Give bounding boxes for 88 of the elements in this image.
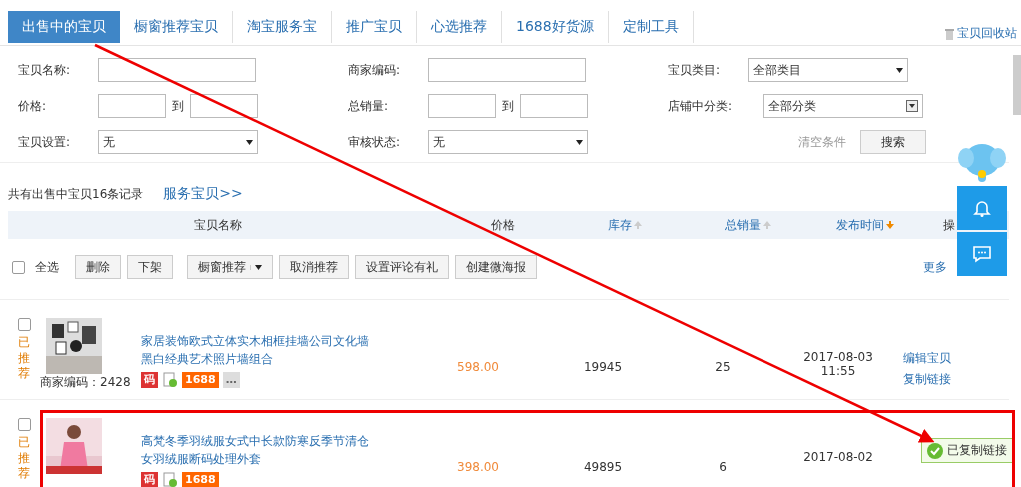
document-check-icon: [162, 472, 178, 487]
publish-time: 11:55: [819, 364, 857, 378]
field-label: 价格:: [18, 97, 48, 115]
sort-down-icon[interactable]: [885, 220, 895, 230]
select-field[interactable]: 全部类目: [748, 58, 908, 82]
tab[interactable]: 1688好货源: [502, 10, 609, 43]
sales: 25: [714, 359, 732, 374]
field-label: 宝贝设置:: [18, 133, 72, 151]
copied-toast: 已复制链接: [921, 438, 1013, 463]
tag: 1688: [182, 372, 219, 388]
bell-icon: [972, 198, 992, 218]
field-label: 总销量:: [348, 97, 390, 115]
field-label: 店铺中分类:: [668, 97, 734, 115]
input-field[interactable]: [520, 94, 588, 118]
select-field[interactable]: 全部分类: [763, 94, 923, 118]
price: 598.00: [456, 359, 500, 374]
status-label: 已推荐: [18, 435, 30, 482]
search-button[interactable]: 搜索: [860, 130, 926, 154]
input-field[interactable]: [428, 58, 586, 82]
document-check-icon: [162, 372, 178, 388]
select-all-label: 全选: [35, 258, 59, 276]
caret-icon: [255, 264, 262, 270]
stock: 19945: [582, 359, 624, 374]
caret-icon: [246, 139, 253, 145]
field-label: 宝贝类目:: [668, 61, 722, 79]
tab[interactable]: 淘宝服务宝: [233, 10, 332, 43]
column-header: 宝贝名称: [194, 216, 242, 234]
more-link[interactable]: 更多: [923, 258, 947, 276]
caret-icon: [896, 67, 903, 73]
action-button[interactable]: 设置评论有礼: [355, 255, 449, 279]
split-button[interactable]: 橱窗推荐: [187, 255, 273, 279]
column-header: 价格: [490, 216, 515, 234]
column-header: 操: [943, 216, 955, 234]
sales: 6: [718, 459, 728, 474]
stock: 49895: [582, 459, 624, 474]
action-link[interactable]: 编辑宝贝: [903, 350, 951, 367]
tab[interactable]: 推广宝贝: [332, 10, 417, 43]
action-button[interactable]: 创建微海报: [455, 255, 537, 279]
checkbox[interactable]: [17, 318, 31, 331]
tab[interactable]: 定制工具: [608, 10, 694, 43]
field-label: 宝贝名称:: [18, 61, 72, 79]
checkbox[interactable]: [17, 418, 31, 431]
tag: 码: [141, 372, 158, 388]
dropdown-icon: [906, 100, 918, 112]
field-label: 审核状态:: [348, 133, 402, 151]
tab[interactable]: 出售中的宝贝: [8, 10, 120, 43]
merchant-code: 商家编码：2428: [40, 375, 131, 389]
tag: 码: [141, 472, 158, 487]
product-title[interactable]: 家居装饰欧式立体实木相框挂墙公司文化墙黑白经典艺术照片墙组合: [141, 332, 376, 368]
input-field[interactable]: [428, 94, 496, 118]
publish-date: 2017-08-02: [802, 450, 874, 464]
more-tag[interactable]: …: [222, 372, 240, 388]
range-label: 到: [172, 97, 184, 115]
record-count: 共有出售中宝贝16条记录: [8, 185, 144, 203]
range-label: 到: [502, 97, 514, 115]
tag: 1688: [182, 472, 219, 487]
chat-button[interactable]: [957, 232, 1007, 276]
column-header[interactable]: 发布时间: [836, 216, 884, 234]
column-header[interactable]: 总销量: [724, 216, 761, 234]
chat-icon: [972, 244, 992, 264]
recycle-bin-link[interactable]: 宝贝回收站: [957, 25, 1017, 42]
action-link[interactable]: 复制链接: [903, 371, 951, 388]
select-field[interactable]: 无: [98, 130, 258, 154]
sort-up-icon[interactable]: [761, 220, 772, 230]
select-field[interactable]: 无: [428, 130, 588, 154]
notification-button[interactable]: [957, 186, 1007, 230]
checkbox[interactable]: [12, 260, 25, 274]
status-label: 已推荐: [18, 335, 30, 382]
clear-link[interactable]: 清空条件: [798, 133, 846, 151]
input-field[interactable]: [98, 58, 256, 82]
trash-icon: [944, 27, 955, 40]
action-button[interactable]: 下架: [127, 255, 173, 279]
check-icon: [927, 442, 943, 459]
caret-icon: [576, 139, 583, 145]
field-label: 商家编码:: [348, 61, 402, 79]
sort-up-icon[interactable]: [633, 220, 643, 230]
input-field[interactable]: [98, 94, 166, 118]
action-button[interactable]: 删除: [75, 255, 121, 279]
scrollbar[interactable]: [1013, 55, 1021, 115]
input-field[interactable]: [190, 94, 258, 118]
publish-date: 2017-08-03: [802, 350, 874, 364]
service-link[interactable]: 服务宝贝>>: [163, 185, 243, 203]
action-button[interactable]: 取消推荐: [279, 255, 349, 279]
product-title[interactable]: 高梵冬季羽绒服女式中长款防寒反季节清仓女羽绒服断码处理外套: [141, 432, 376, 468]
price: 398.00: [456, 459, 500, 474]
column-header[interactable]: 库存: [608, 216, 632, 234]
tab[interactable]: 橱窗推荐宝贝: [120, 10, 233, 43]
tab[interactable]: 心选推荐: [417, 10, 502, 43]
